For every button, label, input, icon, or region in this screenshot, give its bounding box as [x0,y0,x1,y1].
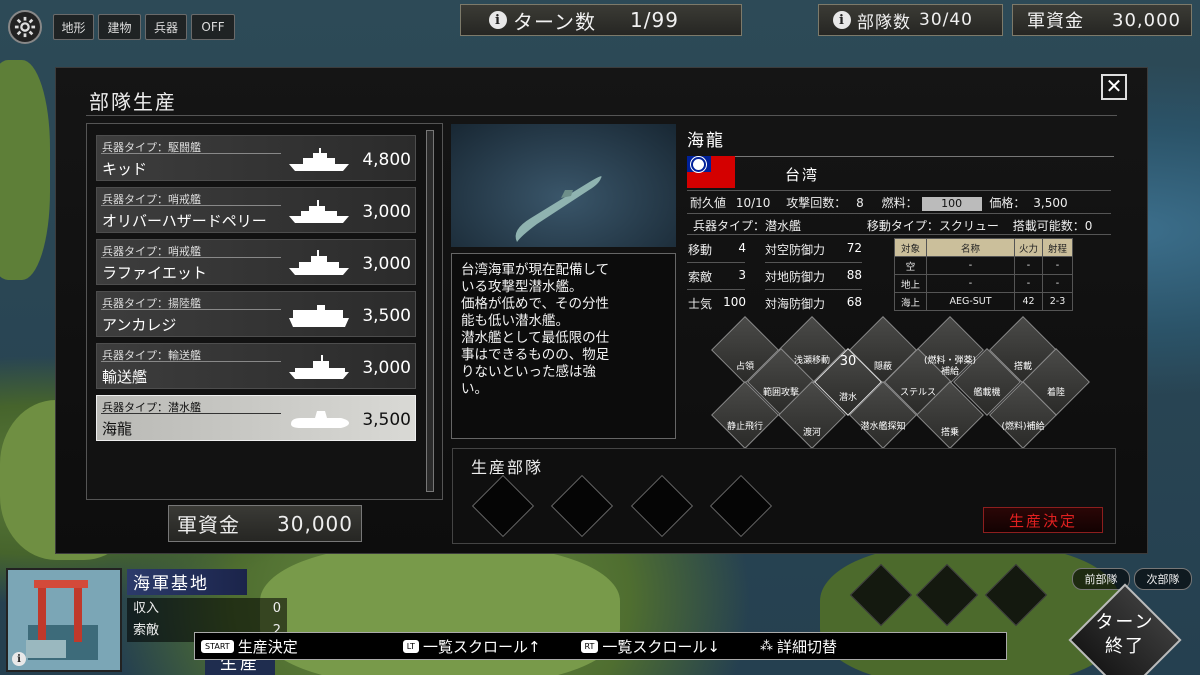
game-screen: 地形 建物 兵器 OFF i ターン数 1/99 i 部隊数 30/40 軍資金… [0,0,1200,675]
turn-counter: i ターン数 1/99 [460,4,742,36]
unit-list: 兵器タイプ：駆闘艦 キッド 4,800 兵器タイプ：哨戒艦 オリバーハザードペリ… [86,123,443,500]
landing-ship-icon [289,305,349,327]
description-line: りないといった感は強 [461,364,596,380]
rt-button-icon: RT [580,639,599,653]
top-funds: 軍資金 30,000 [1012,4,1192,36]
filter-off-button[interactable]: OFF [191,14,235,40]
queue-slot[interactable] [471,474,535,538]
dialog-title: 部隊生産 [89,90,177,114]
base-name: 海軍基地 [127,569,247,595]
queue-slot[interactable] [550,474,614,538]
info-icon: i [489,11,507,29]
stat-morale: 士気 100 [688,295,746,311]
settings-gear-icon[interactable] [8,10,42,44]
turn-value: 1/99 [630,8,679,32]
description-line: 潜水艦として最低限の仕 [461,330,610,346]
weapon-row: 海上 AEG-SUT 42 2-3 [894,292,1073,311]
lt-button-icon: LT [402,639,419,653]
control-help-bar: START 生産決定 LT 一覧スクロール↑ RT 一覧スクロール↓ ⁂ 詳細切替 [194,632,1007,660]
top-funds-label: 軍資金 [1027,11,1084,32]
help-confirm: START 生産決定 [201,636,298,657]
unit-price: 3,500 [362,306,411,326]
unit-price: 3,000 [362,358,411,378]
description-line: 能も低い潜水艦。 [461,313,569,329]
unit-row-lafayette[interactable]: 兵器タイプ：哨戒艦 ラファイエット 3,000 [96,239,416,285]
unit-production-dialog: 部隊生産 ✕ 兵器タイプ：駆闘艦 キッド 4,800 兵器タイプ：哨戒艦 オリバ… [55,67,1148,554]
description-line: 台湾海軍が現在配備して [461,262,610,278]
detail-unit-name: 海龍 [687,131,725,151]
unit-description: 台湾海軍が現在配備して いる攻撃型潜水艦。 価格が低めで、その分性 能も低い潜水… [451,253,676,439]
stat-anti-air: 対空防御力 72 [765,241,862,257]
stat-search: 索敵 3 [688,268,746,284]
unit-price: 3,500 [362,410,411,430]
weapon-row: 空--- [894,256,1073,275]
unit-photo [451,124,676,247]
unit-name: 輸送艦 [102,368,148,386]
destroyer-icon [289,148,349,171]
funds-panel: 軍資金 30,000 [168,505,362,542]
face-buttons-icon: ⁂ [759,638,773,654]
stat-line: 耐久値 10/10 攻撃回数： 8 燃料： 100 価格： 3,500 [690,196,1068,211]
unit-count-value: 30/40 [919,10,973,30]
base-thumbnail: i [6,568,122,672]
stat-anti-ground: 対地防御力 88 [765,268,862,284]
unit-row-kidd[interactable]: 兵器タイプ：駆闘艦 キッド 4,800 [96,135,416,181]
unit-name: ラファイエット [102,264,207,282]
fuel-gauge: 100 [921,197,982,211]
queue-slot[interactable] [630,474,694,538]
weapon-row: 地上 - - - [894,274,1073,293]
funds-label: 軍資金 [177,513,240,537]
unit-count-label: 部隊数 [857,12,911,33]
production-queue-title: 生産部隊 [471,458,544,477]
next-unit-button[interactable]: 次部隊 [1134,568,1192,590]
info-icon: i [12,652,26,666]
unit-price: 3,000 [362,202,411,222]
frigate-icon [289,250,349,275]
description-line: い。 [461,381,488,397]
unit-row-perry[interactable]: 兵器タイプ：哨戒艦 オリバーハザードペリー 3,000 [96,187,416,233]
end-turn-label: ターン 終了 [1095,612,1155,657]
turn-label: ターン数 [513,9,596,34]
unit-price: 3,000 [362,254,411,274]
unit-name: キッド [102,160,148,178]
close-icon[interactable]: ✕ [1101,74,1127,100]
info-icon: i [833,11,851,29]
help-detail-toggle: ⁂ 詳細切替 [759,637,837,656]
help-scroll-up: LT 一覧スクロール↑ [402,636,541,657]
list-scrollbar[interactable] [426,130,434,492]
filter-building-button[interactable]: 建物 [98,14,141,40]
help-scroll-down: RT 一覧スクロール↓ [580,636,720,657]
unit-row-hai-lung[interactable]: 兵器タイプ：潜水艦 海龍 3,500 [96,395,416,441]
description-line: いる攻撃型潜水艦。 [461,279,583,295]
description-line: 事はできるものの、物足 [461,347,610,363]
filter-weapon-button[interactable]: 兵器 [145,14,187,40]
filter-terrain-button[interactable]: 地形 [53,14,94,40]
start-button-icon: START [201,639,234,653]
title-divider [86,115,1117,116]
nation-name: 台湾 [785,166,820,184]
frigate-icon [289,200,349,223]
base-income: 収入 0 [127,598,287,620]
unit-name: 海龍 [102,420,133,438]
submarine-icon [291,411,349,428]
production-queue: 生産部隊 生産決定 [452,448,1116,544]
confirm-production-button[interactable]: 生産決定 [983,507,1103,533]
type-line: 兵器タイプ：潜水艦 移動タイプ：スクリュー 搭載可能数：0 [693,219,1093,233]
description-line: 価格が低めで、その分性 [461,296,609,312]
taiwan-flag-icon [687,156,735,188]
unit-detail-panel: 海龍 台湾 耐久値 10/10 攻撃回数： 8 燃料： 100 価格： 3,500… [687,126,1114,311]
weapon-table: 対象 名称 火力 射程 空--- 地上 - - - 海上 AEG-SUT 42 2-3 [894,238,1073,311]
top-funds-value: 30,000 [1112,9,1181,31]
unit-row-transport[interactable]: 兵器タイプ：輸送艦 輸送艦 3,000 [96,343,416,389]
unit-count: i 部隊数 30/40 [818,4,1003,36]
unit-price: 4,800 [362,150,411,170]
transport-ship-icon [289,355,349,379]
stat-move: 移動 4 [688,241,746,257]
queue-slot[interactable] [709,474,773,538]
funds-value: 30,000 [277,511,353,536]
unit-row-anchorage[interactable]: 兵器タイプ：揚陸艦 アンカレジ 3,500 [96,291,416,337]
stat-anti-sea: 対海防御力 68 [765,295,862,311]
unit-name: オリバーハザードペリー [102,212,267,230]
unit-name: アンカレジ [102,316,177,334]
